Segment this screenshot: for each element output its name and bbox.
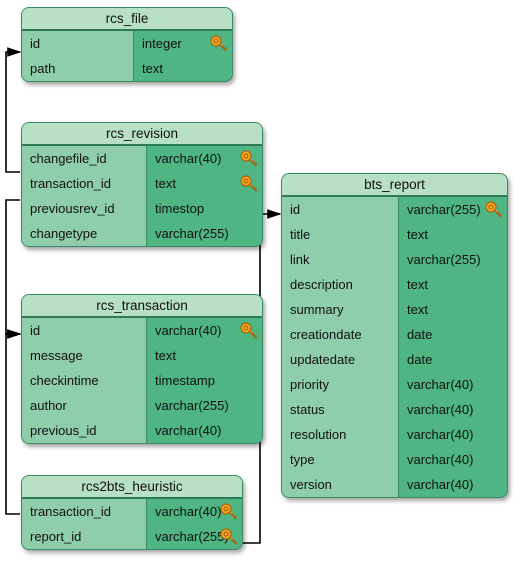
table-row: transaction_id text: [22, 171, 262, 196]
table-rcs-transaction: rcs_transaction id varchar(40) message t…: [21, 294, 263, 444]
table-row: creationdate date: [282, 322, 507, 347]
column-type: timestop: [147, 196, 262, 221]
table-rcs2bts-heuristic: rcs2bts_heuristic transaction_id varchar…: [21, 475, 243, 550]
column-type: text: [399, 297, 507, 322]
column-name: changetype: [22, 221, 147, 246]
column-type: text: [399, 272, 507, 297]
table-bts-report: bts_report id varchar(255) title text li…: [281, 173, 508, 498]
column-name: summary: [282, 297, 399, 322]
column-name: id: [22, 318, 147, 343]
column-type: varchar(40): [399, 447, 507, 472]
column-type: integer: [134, 31, 232, 56]
column-name: transaction_id: [22, 171, 147, 196]
column-name: priority: [282, 372, 399, 397]
column-name: previousrev_id: [22, 196, 147, 221]
key-icon: [210, 35, 228, 53]
table-row: id integer: [22, 31, 232, 56]
table-title: rcs_file: [22, 8, 232, 31]
table-row: checkintime timestamp: [22, 368, 262, 393]
column-type: text: [147, 343, 262, 368]
column-type: varchar(255): [147, 393, 262, 418]
table-row: previousrev_id timestop: [22, 196, 262, 221]
key-icon: [240, 322, 258, 340]
table-row: id varchar(40): [22, 318, 262, 343]
key-icon: [485, 201, 503, 219]
table-row: report_id varchar(255): [22, 524, 242, 549]
column-name: author: [22, 393, 147, 418]
table-row: transaction_id varchar(40): [22, 499, 242, 524]
column-name: id: [282, 197, 399, 222]
table-row: summary text: [282, 297, 507, 322]
column-type: text: [134, 56, 232, 81]
column-type: varchar(40): [147, 418, 262, 443]
column-name: checkintime: [22, 368, 147, 393]
table-row: id varchar(255): [282, 197, 507, 222]
table-row: message text: [22, 343, 262, 368]
table-title: rcs2bts_heuristic: [22, 476, 242, 499]
table-row: type varchar(40): [282, 447, 507, 472]
table-title: rcs_transaction: [22, 295, 262, 318]
column-type: varchar(40): [399, 472, 507, 497]
column-type: varchar(255): [399, 197, 507, 222]
column-name: message: [22, 343, 147, 368]
column-type: text: [399, 222, 507, 247]
column-type: date: [399, 322, 507, 347]
column-name: id: [22, 31, 134, 56]
column-name: status: [282, 397, 399, 422]
table-row: updatedate date: [282, 347, 507, 372]
key-icon: [220, 528, 238, 546]
table-title: rcs_revision: [22, 123, 262, 146]
column-type: varchar(40): [147, 499, 242, 524]
column-type: varchar(40): [399, 397, 507, 422]
column-type: varchar(255): [147, 524, 242, 549]
table-row: previous_id varchar(40): [22, 418, 262, 443]
key-icon: [240, 150, 258, 168]
table-title: bts_report: [282, 174, 507, 197]
column-name: resolution: [282, 422, 399, 447]
table-row: resolution varchar(40): [282, 422, 507, 447]
column-name: path: [22, 56, 134, 81]
column-name: transaction_id: [22, 499, 147, 524]
table-row: changefile_id varchar(40): [22, 146, 262, 171]
table-row: author varchar(255): [22, 393, 262, 418]
table-row: description text: [282, 272, 507, 297]
column-name: description: [282, 272, 399, 297]
table-row: priority varchar(40): [282, 372, 507, 397]
key-icon: [220, 503, 238, 521]
table-row: changetype varchar(255): [22, 221, 262, 246]
column-name: report_id: [22, 524, 147, 549]
column-name: title: [282, 222, 399, 247]
column-name: previous_id: [22, 418, 147, 443]
column-type: date: [399, 347, 507, 372]
column-type: varchar(40): [147, 146, 262, 171]
column-type: varchar(255): [147, 221, 262, 246]
table-row: version varchar(40): [282, 472, 507, 497]
table-row: status varchar(40): [282, 397, 507, 422]
column-type: varchar(40): [399, 372, 507, 397]
column-name: version: [282, 472, 399, 497]
column-name: type: [282, 447, 399, 472]
table-row: path text: [22, 56, 232, 81]
table-row: title text: [282, 222, 507, 247]
table-rcs-revision: rcs_revision changefile_id varchar(40) t…: [21, 122, 263, 247]
table-rcs-file: rcs_file id integer path text: [21, 7, 233, 82]
column-type: text: [147, 171, 262, 196]
column-name: link: [282, 247, 399, 272]
column-name: changefile_id: [22, 146, 147, 171]
column-type: varchar(40): [399, 422, 507, 447]
key-icon: [240, 175, 258, 193]
column-name: creationdate: [282, 322, 399, 347]
column-type: timestamp: [147, 368, 262, 393]
table-row: link varchar(255): [282, 247, 507, 272]
column-type: varchar(40): [147, 318, 262, 343]
column-type: varchar(255): [399, 247, 507, 272]
column-name: updatedate: [282, 347, 399, 372]
